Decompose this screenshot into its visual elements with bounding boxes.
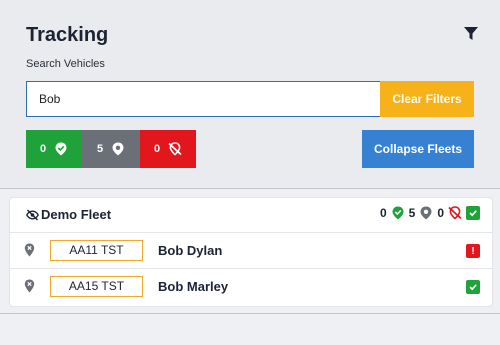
status-count-offline: 0 [153,143,161,155]
status-filter-offline[interactable]: 0 [140,130,196,168]
location-pin-icon [24,279,35,293]
vehicle-driver: Bob Dylan [158,243,223,258]
fleet-select-checkbox[interactable] [466,206,480,220]
check-icon [469,210,477,217]
vehicle-plate: AA11 TST [50,240,143,261]
search-label: Search Vehicles [26,58,105,70]
fleet-stats: 0 5 0 [380,206,480,220]
eye-slash-icon[interactable] [26,209,39,221]
vehicle-select-checkbox[interactable] [466,280,480,294]
divider [0,313,500,314]
fleet-online-count: 0 [379,206,387,220]
location-pin-icon [112,142,124,156]
fleet-name: Demo Fleet [41,207,112,222]
fleet-card: Demo Fleet 0 5 0 AA11 TST Bob Dylan ! AA… [10,198,492,306]
divider [0,188,500,189]
location-pin-icon [24,243,35,257]
location-off-icon [168,142,182,156]
location-pin-icon [420,206,432,220]
check-icon [469,284,477,291]
vehicle-driver: Bob Marley [158,279,229,294]
vehicle-row[interactable]: AA11 TST Bob Dylan ! [10,232,492,268]
alert-icon[interactable]: ! [466,244,480,258]
search-input[interactable] [26,81,380,117]
vehicle-plate: AA15 TST [50,276,143,297]
fleet-header[interactable]: Demo Fleet 0 5 0 [10,198,492,232]
vehicle-row[interactable]: AA15 TST Bob Marley [10,268,492,304]
status-count-idle: 5 [96,143,104,155]
collapse-fleets-button[interactable]: Collapse Fleets [362,130,474,168]
clear-filters-button[interactable]: Clear Filters [380,81,474,117]
filter-icon[interactable] [464,27,478,41]
search-bar: Clear Filters [26,81,474,117]
status-count-online: 0 [39,143,47,155]
page-title: Tracking [26,24,109,46]
status-filter-idle[interactable]: 5 [82,130,140,168]
location-off-icon [448,206,462,220]
location-check-icon [392,206,404,220]
fleet-offline-count: 0 [437,206,444,220]
fleet-idle-count: 5 [408,206,416,220]
status-filter-online[interactable]: 0 [26,130,82,168]
location-check-icon [55,142,67,156]
status-filter-group: 0 5 0 [26,130,196,168]
